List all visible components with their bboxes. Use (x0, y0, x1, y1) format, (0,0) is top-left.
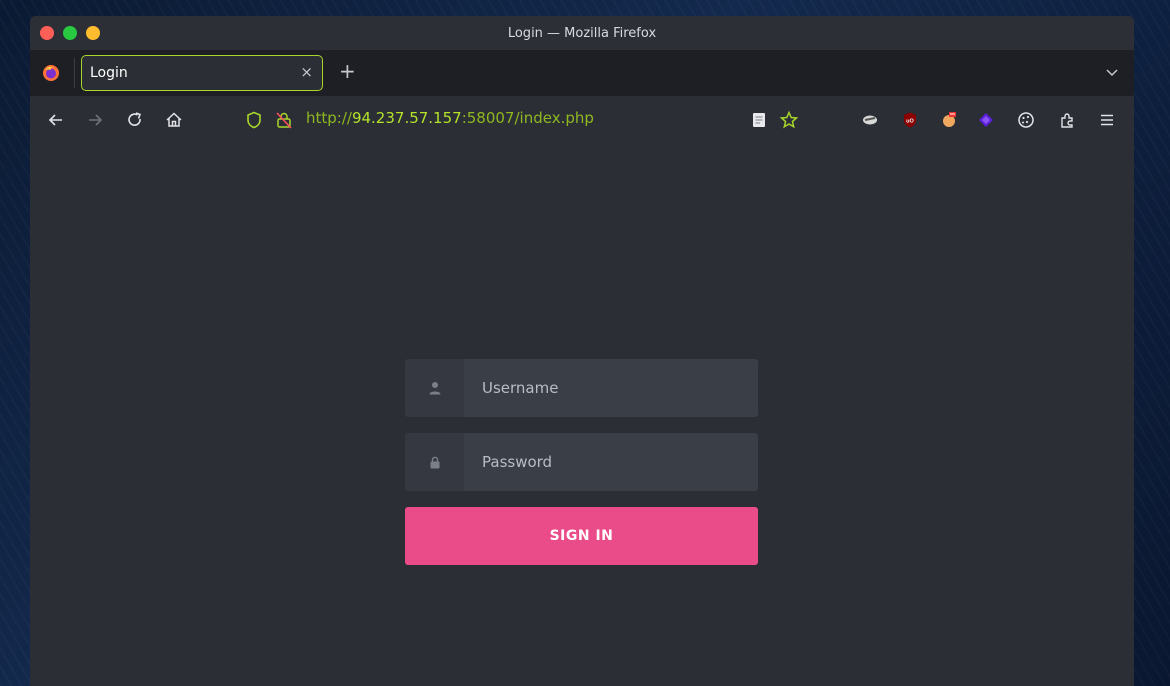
title-bar: Login — Mozilla Firefox (30, 16, 1134, 50)
extensions-puzzle-icon[interactable] (1058, 110, 1078, 130)
close-tab-icon[interactable]: × (300, 63, 313, 81)
bookmark-star-icon[interactable] (779, 110, 799, 130)
minimize-window-button[interactable] (86, 26, 100, 40)
close-window-button[interactable] (40, 26, 54, 40)
forward-icon[interactable] (85, 110, 105, 130)
insecure-lock-icon[interactable] (274, 110, 294, 130)
sign-in-button[interactable]: SIGN IN (405, 507, 758, 565)
home-icon[interactable] (164, 110, 184, 130)
ublock-icon[interactable]: uO (900, 110, 920, 130)
window-controls (40, 26, 100, 40)
url-scheme: http:// (306, 109, 352, 127)
tab-login[interactable]: Login × (81, 55, 323, 91)
firefox-logo-icon[interactable] (42, 64, 60, 82)
browser-window: Login — Mozilla Firefox Login × + http:/… (30, 16, 1134, 686)
password-field-icon-box (405, 433, 464, 491)
extension-icon[interactable] (860, 110, 880, 130)
url-path: :58007/index.php (461, 109, 594, 127)
maximize-window-button[interactable] (63, 26, 77, 40)
cookie-icon[interactable] (1016, 110, 1036, 130)
extension-icon[interactable] (939, 110, 959, 130)
page-content: SIGN IN (30, 144, 1134, 686)
extension-icon[interactable] (976, 110, 996, 130)
username-input[interactable] (464, 359, 758, 417)
back-icon[interactable] (46, 110, 66, 130)
url-host: 94.237.57.157 (351, 109, 462, 127)
window-title: Login — Mozilla Firefox (507, 25, 657, 41)
reload-icon[interactable] (125, 110, 145, 130)
password-field (405, 433, 758, 491)
chevron-down-icon[interactable] (1106, 66, 1118, 78)
tab-separator (74, 58, 75, 88)
navigation-toolbar: http://94.237.57.157:58007/index.php uO (30, 96, 1134, 145)
tab-bar: Login × + (30, 50, 1134, 96)
password-input[interactable] (464, 433, 758, 491)
lock-icon (430, 456, 439, 468)
username-field-icon-box (405, 359, 464, 417)
username-field (405, 359, 758, 417)
url-bar[interactable]: http://94.237.57.157:58007/index.php (306, 109, 594, 127)
user-icon (429, 382, 440, 395)
reader-view-icon[interactable] (749, 110, 769, 130)
menu-icon[interactable] (1097, 110, 1117, 130)
tab-label: Login (90, 65, 128, 81)
new-tab-icon[interactable]: + (339, 61, 356, 81)
svg-text:uO: uO (906, 119, 914, 125)
shield-icon[interactable] (244, 110, 264, 130)
